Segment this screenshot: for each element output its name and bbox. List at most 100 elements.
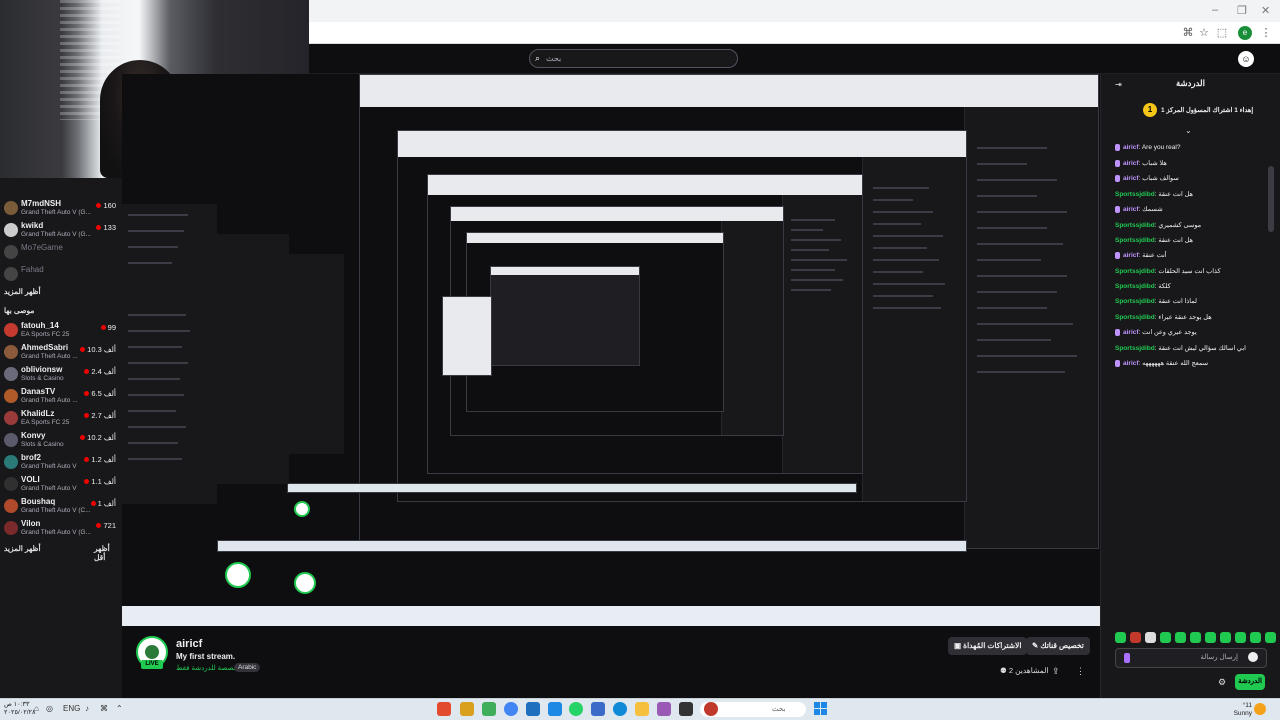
- chat-username[interactable]: Sportssjdibd: [1115, 268, 1155, 275]
- streamer-name[interactable]: airicf: [176, 638, 202, 650]
- chat-input[interactable]: إرسال رسالة: [1115, 648, 1267, 668]
- emote-icon[interactable]: [1160, 632, 1171, 643]
- chat-username[interactable]: airicf: [1123, 252, 1139, 259]
- sidebar-channel-vilon[interactable]: Vilon Grand Theft Auto V (G... 721: [0, 518, 122, 540]
- emote-icon[interactable]: [1130, 632, 1141, 643]
- chat-username[interactable]: Sportssjdibd: [1115, 298, 1155, 305]
- app-icon-11[interactable]: [657, 702, 671, 716]
- chat-settings-gear-icon[interactable]: ⚙: [1218, 677, 1226, 688]
- sidebar-channel-m7mdnsh[interactable]: M7mdNSH Grand Theft Auto V (G... 160: [0, 198, 122, 220]
- app-icon-3[interactable]: [482, 702, 496, 716]
- emote-icon[interactable]: [1205, 632, 1216, 643]
- viewer-count: 721: [94, 521, 116, 530]
- notification-icon[interactable]: ⌂: [34, 704, 39, 713]
- chat-text: موسى كشميري: [1158, 222, 1202, 229]
- stream-player[interactable]: [122, 74, 1100, 626]
- pinned-gift-banner[interactable]: 1 إهداء 1 اشتراك المسؤول المركز 1: [1107, 100, 1277, 124]
- badge-icon: [1115, 144, 1120, 151]
- emote-icon[interactable]: [1190, 632, 1201, 643]
- show-more-link[interactable]: أظهر المزيد: [4, 287, 41, 296]
- sidebar-channel-ahmedsabri[interactable]: AhmedSabri Grand Theft Auto ... 10.3 ألف: [0, 342, 122, 364]
- chat-scrollbar[interactable]: [1268, 166, 1274, 232]
- whatsapp-icon[interactable]: [569, 702, 583, 716]
- stream-category[interactable]: مخصصة للدردشة فقط: [176, 664, 242, 672]
- chat-username[interactable]: Sportssjdibd: [1115, 283, 1155, 290]
- minimize-icon[interactable]: –: [1212, 4, 1218, 16]
- chat-username[interactable]: Sportssjdibd: [1115, 345, 1155, 352]
- chat-username[interactable]: Sportssjdibd: [1115, 237, 1155, 244]
- sidebar-channel-danastv[interactable]: DanasTV Grand Theft Auto ... 6.5 ألف: [0, 386, 122, 408]
- stream-tag[interactable]: Arabic: [234, 663, 261, 672]
- show-more-link[interactable]: أظهر المزيد: [4, 544, 41, 553]
- profile-avatar[interactable]: e: [1238, 26, 1252, 40]
- chrome-icon[interactable]: [504, 702, 518, 716]
- chat-username[interactable]: Sportssjdibd: [1115, 222, 1155, 229]
- viewer-count: ⚉ المشاهدين 2: [1000, 666, 1048, 675]
- language-indicator[interactable]: ENG: [63, 704, 80, 713]
- customize-channel-button[interactable]: ✎ تخصيص قناتك: [1026, 637, 1090, 655]
- chat-username[interactable]: Sportssjdibd: [1115, 314, 1155, 321]
- volume-icon[interactable]: ♪: [85, 704, 89, 713]
- sidebar-channel-fahad[interactable]: Fahad: [0, 264, 122, 286]
- bits-icon[interactable]: [1124, 653, 1130, 663]
- maximize-icon[interactable]: ❐: [1237, 4, 1247, 17]
- more-options-icon[interactable]: ⋮: [1076, 666, 1085, 677]
- chat-message: Sportssjdibd: هل انت عنقة: [1115, 237, 1193, 244]
- file-explorer-icon[interactable]: [635, 702, 649, 716]
- channel-name: Vilon: [21, 519, 41, 528]
- system-clock[interactable]: ١٠:٣٣ ص ٢٠٢٥/٠٢/٢٨: [4, 701, 36, 717]
- app-icon-1[interactable]: [437, 702, 451, 716]
- emote-icon[interactable]: [1220, 632, 1231, 643]
- emote-icon[interactable]: [1250, 632, 1261, 643]
- chat-username[interactable]: airicf: [1123, 144, 1139, 151]
- windows-start-icon[interactable]: [814, 702, 828, 716]
- sidebar-channel-khalidlz[interactable]: KhalidLz EA Sports FC 25 2.7 ألف: [0, 408, 122, 430]
- sidebar-channel-brof2[interactable]: brof2 Grand Theft Auto V 1.2 ألف: [0, 452, 122, 474]
- search-input[interactable]: ⌕ بحث: [529, 49, 738, 68]
- sidebar-channel-kwikd[interactable]: kwikd Grand Theft Auto V (G... 133: [0, 220, 122, 242]
- edge-icon[interactable]: [613, 702, 627, 716]
- recursive-sidebar: [289, 254, 344, 454]
- wifi-icon[interactable]: ◎: [46, 704, 53, 713]
- expand-pinned-icon[interactable]: ⌄: [1185, 126, 1192, 135]
- emote-icon[interactable]: [1265, 632, 1276, 643]
- sidebar-channel-oblivionsw[interactable]: oblivionsw Slots & Casino 2.4 ألف: [0, 364, 122, 386]
- chat-username[interactable]: airicf: [1123, 329, 1139, 336]
- emote-icon[interactable]: [1145, 632, 1156, 643]
- app-icon-12[interactable]: [679, 702, 693, 716]
- close-icon[interactable]: ✕: [1261, 4, 1270, 17]
- browser-menu-icon[interactable]: ⋮: [1259, 26, 1273, 40]
- sidebar-channel-boushaq[interactable]: Boushaq Grand Theft Auto V (C... 1 ألف: [0, 496, 122, 518]
- sidebar-channel-mo7egame[interactable]: Mo7eGame: [0, 242, 122, 264]
- chat-send-button[interactable]: الدردشة: [1235, 674, 1265, 690]
- chat-username[interactable]: airicf: [1123, 360, 1139, 367]
- show-hidden-icons[interactable]: ⌃: [116, 704, 123, 713]
- emote-icon[interactable]: [1115, 632, 1126, 643]
- gift-subs-button[interactable]: ▣ الاشتراكات المُهداة: [948, 637, 1028, 655]
- sidebar-channel-konvy[interactable]: Konvy Slots & Casino 10.2 ألف: [0, 430, 122, 452]
- translate-icon[interactable]: ⌘: [1181, 26, 1195, 40]
- chat-username[interactable]: airicf: [1123, 175, 1139, 182]
- chat-username[interactable]: airicf: [1123, 206, 1139, 213]
- customize-label: تخصيص قناتك: [1040, 641, 1084, 650]
- bookmark-star-icon[interactable]: ☆: [1197, 26, 1211, 40]
- recursive-sidebar: [122, 204, 217, 504]
- app-icon-6[interactable]: [548, 702, 562, 716]
- chat-username[interactable]: Sportssjdibd: [1115, 191, 1155, 198]
- extension-icon[interactable]: ⬚: [1215, 26, 1229, 40]
- outlook-icon[interactable]: [526, 702, 540, 716]
- user-avatar[interactable]: ☺: [1238, 51, 1254, 67]
- app-icon-8[interactable]: [591, 702, 605, 716]
- weather-widget[interactable]: °11 Sunny: [1230, 702, 1252, 718]
- show-less-link[interactable]: أظهر أقل: [94, 544, 122, 562]
- app-icon-2[interactable]: [460, 702, 474, 716]
- emoji-icon[interactable]: [1248, 652, 1258, 662]
- live-dot-icon: [84, 457, 90, 462]
- network-icon[interactable]: ⌘: [100, 704, 108, 713]
- emote-icon[interactable]: [1235, 632, 1246, 643]
- sidebar-channel-fatouh[interactable]: fatouh_14 EA Sports FC 25 99: [0, 320, 122, 342]
- chat-username[interactable]: airicf: [1123, 160, 1139, 167]
- emote-icon[interactable]: [1175, 632, 1186, 643]
- sidebar-channel-voli[interactable]: VOLI Grand Theft Auto V 1.1 ألف: [0, 474, 122, 496]
- share-icon[interactable]: ⇪: [1052, 666, 1060, 677]
